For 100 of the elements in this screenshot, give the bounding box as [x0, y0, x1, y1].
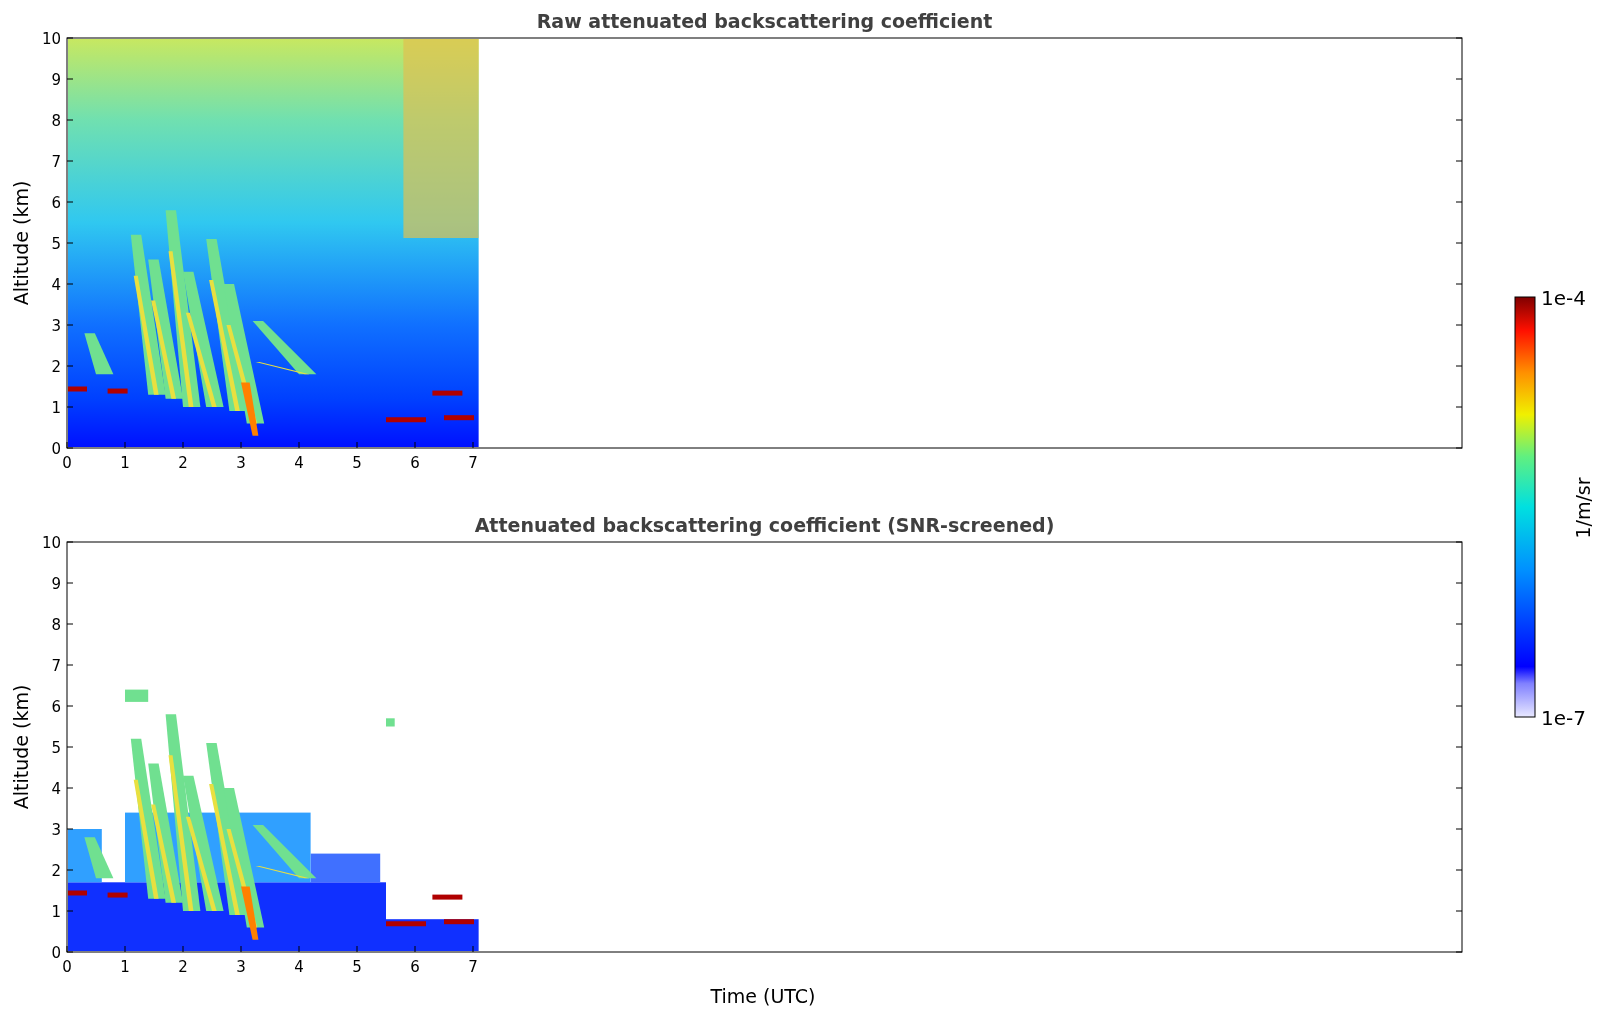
tick-mark: [182, 441, 184, 449]
tick-mark: [66, 828, 74, 830]
tick-mark: [1455, 201, 1463, 203]
tick-mark: [1455, 828, 1463, 830]
tick-label: 1: [51, 903, 61, 921]
tick-label: 2: [51, 862, 61, 880]
tick-label: 7: [51, 657, 61, 675]
tick-label: 9: [51, 575, 61, 593]
tick-mark: [414, 441, 416, 449]
tick-mark: [472, 945, 474, 953]
tick-label: 0: [62, 958, 72, 976]
tick-label: 3: [51, 821, 61, 839]
tick-mark: [182, 945, 184, 953]
colorbar-label: 1/m/sr: [1572, 477, 1594, 539]
tick-label: 6: [51, 698, 61, 716]
tick-label: 2: [178, 454, 188, 472]
tick-label: 10: [41, 30, 61, 48]
tick-mark: [66, 664, 74, 666]
tick-mark: [1455, 869, 1463, 871]
tick-label: 7: [468, 454, 478, 472]
y-axis-label: Altitude (km): [10, 684, 32, 810]
tick-mark: [1455, 242, 1463, 244]
tick-label: 9: [51, 71, 61, 89]
y-axis-label: Altitude (km): [10, 180, 32, 306]
tick-label: 5: [51, 235, 61, 253]
tick-mark: [66, 160, 74, 162]
tick-label: 3: [236, 958, 246, 976]
tick-label: 0: [62, 454, 72, 472]
tick-label: 5: [352, 454, 362, 472]
tick-mark: [66, 406, 74, 408]
tick-mark: [66, 283, 74, 285]
tick-label: 6: [410, 454, 420, 472]
tick-label: 2: [178, 958, 188, 976]
tick-label: 0: [51, 440, 61, 458]
tick-label: 3: [51, 317, 61, 335]
tick-mark: [1455, 78, 1463, 80]
tick-mark: [1455, 324, 1463, 326]
tick-mark: [66, 746, 74, 748]
tick-mark: [356, 441, 358, 449]
tick-label: 2: [51, 358, 61, 376]
tick-label: 6: [410, 958, 420, 976]
tick-label: 0: [51, 944, 61, 962]
colorbar-max-label: 1e-4: [1541, 286, 1586, 310]
tick-mark: [1455, 37, 1463, 39]
tick-label: 10: [41, 534, 61, 552]
tick-mark: [1455, 582, 1463, 584]
tick-mark: [1455, 951, 1463, 953]
colorbar-min-label: 1e-7: [1541, 706, 1586, 730]
tick-mark: [1455, 623, 1463, 625]
tick-mark: [1455, 365, 1463, 367]
tick-mark: [1455, 746, 1463, 748]
tick-mark: [1455, 447, 1463, 449]
tick-mark: [66, 705, 74, 707]
tick-label: 5: [51, 739, 61, 757]
tick-mark: [356, 945, 358, 953]
tick-mark: [298, 441, 300, 449]
x-axis-label: Time (UTC): [710, 985, 816, 1007]
tick-label: 4: [51, 780, 61, 798]
tick-mark: [1455, 541, 1463, 543]
tick-mark: [124, 945, 126, 953]
tick-mark: [66, 541, 74, 543]
tick-label: 1: [120, 958, 130, 976]
tick-label: 3: [236, 454, 246, 472]
tick-label: 4: [294, 958, 304, 976]
tick-label: 7: [468, 958, 478, 976]
tick-label: 7: [51, 153, 61, 171]
tick-mark: [66, 623, 74, 625]
tick-mark: [66, 869, 74, 871]
tick-label: 1: [120, 454, 130, 472]
tick-mark: [66, 119, 74, 121]
tick-mark: [66, 242, 74, 244]
tick-mark: [1455, 160, 1463, 162]
tick-mark: [1455, 283, 1463, 285]
tick-mark: [66, 787, 74, 789]
tick-mark: [1455, 119, 1463, 121]
tick-mark: [1455, 787, 1463, 789]
tick-mark: [1455, 910, 1463, 912]
tick-label: 6: [51, 194, 61, 212]
tick-label: 1: [51, 399, 61, 417]
tick-mark: [1455, 406, 1463, 408]
tick-mark: [298, 945, 300, 953]
tick-mark: [66, 365, 74, 367]
tick-mark: [1455, 664, 1463, 666]
tick-label: 4: [51, 276, 61, 294]
tick-mark: [66, 201, 74, 203]
chart-title: Raw attenuated backscattering coefficient: [536, 10, 993, 32]
tick-mark: [1455, 705, 1463, 707]
tick-mark: [66, 78, 74, 80]
tick-mark: [66, 37, 74, 39]
tick-mark: [124, 441, 126, 449]
tick-label: 8: [51, 616, 61, 634]
tick-label: 5: [352, 958, 362, 976]
tick-mark: [472, 441, 474, 449]
tick-mark: [66, 910, 74, 912]
tick-label: 8: [51, 112, 61, 130]
tick-mark: [240, 945, 242, 953]
tick-mark: [240, 441, 242, 449]
tick-label: 4: [294, 454, 304, 472]
tick-mark: [66, 324, 74, 326]
tick-mark: [66, 582, 74, 584]
